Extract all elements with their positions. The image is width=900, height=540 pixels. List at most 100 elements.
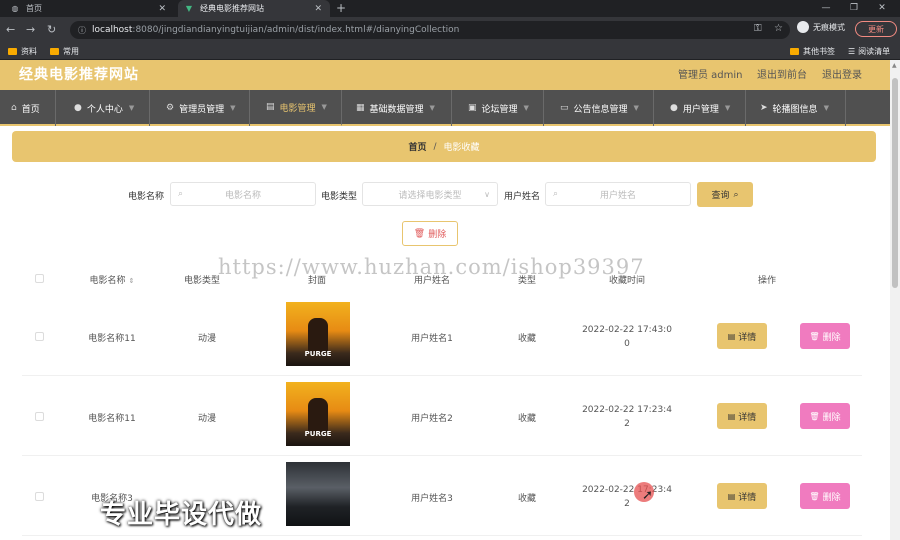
chevron-down-icon: ▼ (321, 103, 327, 111)
delete-button[interactable]: 🗑 删除 (800, 403, 850, 429)
delete-button[interactable]: 🗑 删除 (800, 483, 850, 509)
delete-label: 删除 (428, 230, 447, 240)
mouse-cursor-icon: ➚ (642, 488, 653, 503)
close-icon[interactable]: ✕ (314, 4, 322, 14)
row-checkbox[interactable] (35, 332, 44, 341)
batch-delete-button[interactable]: 🗑 删除 (402, 221, 458, 246)
reload-icon[interactable]: ↻ (47, 23, 56, 36)
trash-icon: 🗑 (413, 228, 426, 239)
info-icon[interactable]: ⓘ (78, 25, 86, 36)
th-movie-name[interactable]: 电影名称 ⇕ (62, 273, 162, 286)
site-title: 经典电影推荐网站 (19, 67, 139, 83)
browser-tab-active[interactable]: ▼ 经典电影推荐网站 ✕ (178, 0, 330, 17)
cell-movie-name: 电影名称11 (88, 414, 136, 424)
menu-item-admin[interactable]: ⚙ 管理员管理 ▼ (150, 90, 250, 126)
bookmark-folder[interactable]: 其他书签 (790, 46, 835, 57)
cell-user-name: 用户姓名2 (411, 414, 453, 424)
select-placeholder: 请选择电影类型 (398, 190, 462, 201)
minimize-icon[interactable]: — (812, 0, 840, 17)
update-button[interactable]: 更新 (855, 21, 897, 37)
logout-link[interactable]: 退出登录 (822, 66, 862, 81)
star-icon[interactable]: ☆ (774, 23, 783, 34)
cell-movie-type: 动漫 (197, 414, 216, 424)
scroll-thumb[interactable] (892, 78, 898, 288)
chevron-down-icon: ∨ (484, 189, 490, 199)
cell-user-name: 用户姓名1 (411, 334, 453, 344)
profile-label: 无痕模式 (813, 22, 845, 32)
home-icon: ⌂ (11, 103, 17, 113)
cell-kind: 收藏 (517, 494, 536, 504)
breadcrumb-home[interactable]: 首页 (408, 140, 426, 153)
detail-button[interactable]: ▤ 详情 (717, 403, 767, 429)
poster-text: PURGE (304, 350, 332, 358)
menu-item-basic-data[interactable]: ▦ 基础数据管理 ▼ (342, 90, 452, 126)
page-scrollbar[interactable]: ▲ (890, 60, 900, 540)
user-icon: ● (74, 103, 82, 113)
restore-icon[interactable]: ❐ (840, 0, 868, 17)
browser-tab-bar: ◍ 首页 ✕ ▼ 经典电影推荐网站 ✕ + — ❐ ✕ (0, 0, 900, 17)
user-name-input[interactable]: ⌕ 用户姓名 (545, 182, 691, 206)
row-checkbox[interactable] (35, 412, 44, 421)
scroll-up-icon[interactable]: ▲ (892, 62, 897, 69)
menu-item-profile[interactable]: ● 个人中心 ▼ (56, 90, 150, 126)
breadcrumb-separator: / (433, 141, 437, 152)
chevron-down-icon: ▼ (128, 104, 135, 112)
reading-list[interactable]: ☰ 阅读清单 (848, 46, 890, 57)
menu-label: 公告信息管理 (573, 104, 628, 115)
menu-item-forum[interactable]: ▣ 论坛管理 ▼ (452, 90, 544, 126)
bookmarks-bar: 资料 常用 其他书签 ☰ 阅读清单 (0, 43, 900, 60)
menu-item-notice[interactable]: ▭ 公告信息管理 ▼ (544, 90, 654, 126)
detail-button[interactable]: ▤ 详情 (717, 323, 767, 349)
address-bar-row: ← → ↻ ⓘ localhost:8080/jingdiandianyingt… (0, 17, 900, 43)
globe-icon: ◍ (11, 4, 19, 13)
trash-icon: 🗑 (809, 491, 820, 501)
cell-kind: 收藏 (517, 414, 536, 424)
back-to-front-link[interactable]: 退出到前台 (757, 66, 807, 81)
menu-label: 轮播图信息 (772, 104, 818, 115)
document-icon: ▤ (727, 491, 736, 501)
menu-label: 论坛管理 (481, 104, 518, 115)
user-name-label: 用户姓名 (504, 192, 541, 202)
poster-figure (308, 318, 328, 354)
forward-icon[interactable]: → (26, 23, 35, 36)
bookmark-label: 资料 (21, 47, 37, 56)
window-close-icon[interactable]: ✕ (868, 0, 896, 17)
movie-type-select[interactable]: 请选择电影类型 ∨ (362, 182, 498, 206)
app-header: 经典电影推荐网站 管理员 admin 退出到前台 退出登录 (0, 60, 890, 90)
back-icon[interactable]: ← (6, 23, 15, 36)
select-all-checkbox[interactable] (35, 274, 44, 283)
incognito-profile[interactable]: 无痕模式 (797, 21, 845, 33)
breadcrumb-current: 电影收藏 (443, 143, 480, 153)
trash-icon: 🗑 (809, 331, 820, 341)
search-button-label: 查询 (711, 191, 730, 201)
database-icon: ▦ (356, 103, 365, 113)
chevron-down-icon: ▼ (523, 104, 529, 112)
search-button[interactable]: 查询 ⌕ (697, 182, 753, 207)
close-icon[interactable]: ✕ (158, 4, 166, 14)
sort-icon[interactable]: ⇕ (129, 277, 135, 285)
chevron-down-icon: ▼ (633, 104, 639, 112)
menu-item-home[interactable]: ⌂ 首页 (0, 90, 56, 126)
cell-movie-name: 电影名称11 (88, 334, 136, 344)
bookmark-label: 其他书签 (803, 47, 835, 56)
url-input[interactable]: ⓘ localhost:8080/jingdiandianyingtuijian… (70, 21, 790, 39)
row-checkbox[interactable] (35, 492, 44, 501)
input-placeholder: 电影名称 (224, 190, 261, 201)
movie-name-label: 电影名称 (128, 192, 165, 202)
search-icon: ⌕ (733, 189, 739, 200)
movie-poster-image: PURGE (286, 382, 350, 446)
menu-item-movies[interactable]: ▤ 电影管理 ▼ (250, 90, 342, 126)
cell-time: 2022-02-22 17:43:0 0 (582, 325, 672, 349)
menu-item-users[interactable]: ● 用户管理 ▼ (654, 90, 746, 126)
key-icon[interactable]: ⚿ (754, 23, 762, 34)
bookmark-folder[interactable]: 常用 (50, 46, 79, 57)
detail-button[interactable]: ▤ 详情 (717, 483, 767, 509)
new-tab-icon[interactable]: + (336, 0, 346, 17)
image-icon: ➤ (760, 103, 768, 113)
chevron-down-icon: ▼ (823, 104, 829, 112)
delete-button[interactable]: 🗑 删除 (800, 323, 850, 349)
browser-tab-home[interactable]: ◍ 首页 ✕ (4, 0, 174, 17)
movie-name-input[interactable]: ⌕ 电影名称 (170, 182, 316, 206)
menu-item-carousel[interactable]: ➤ 轮播图信息 ▼ (746, 90, 846, 126)
bookmark-folder[interactable]: 资料 (8, 46, 37, 57)
